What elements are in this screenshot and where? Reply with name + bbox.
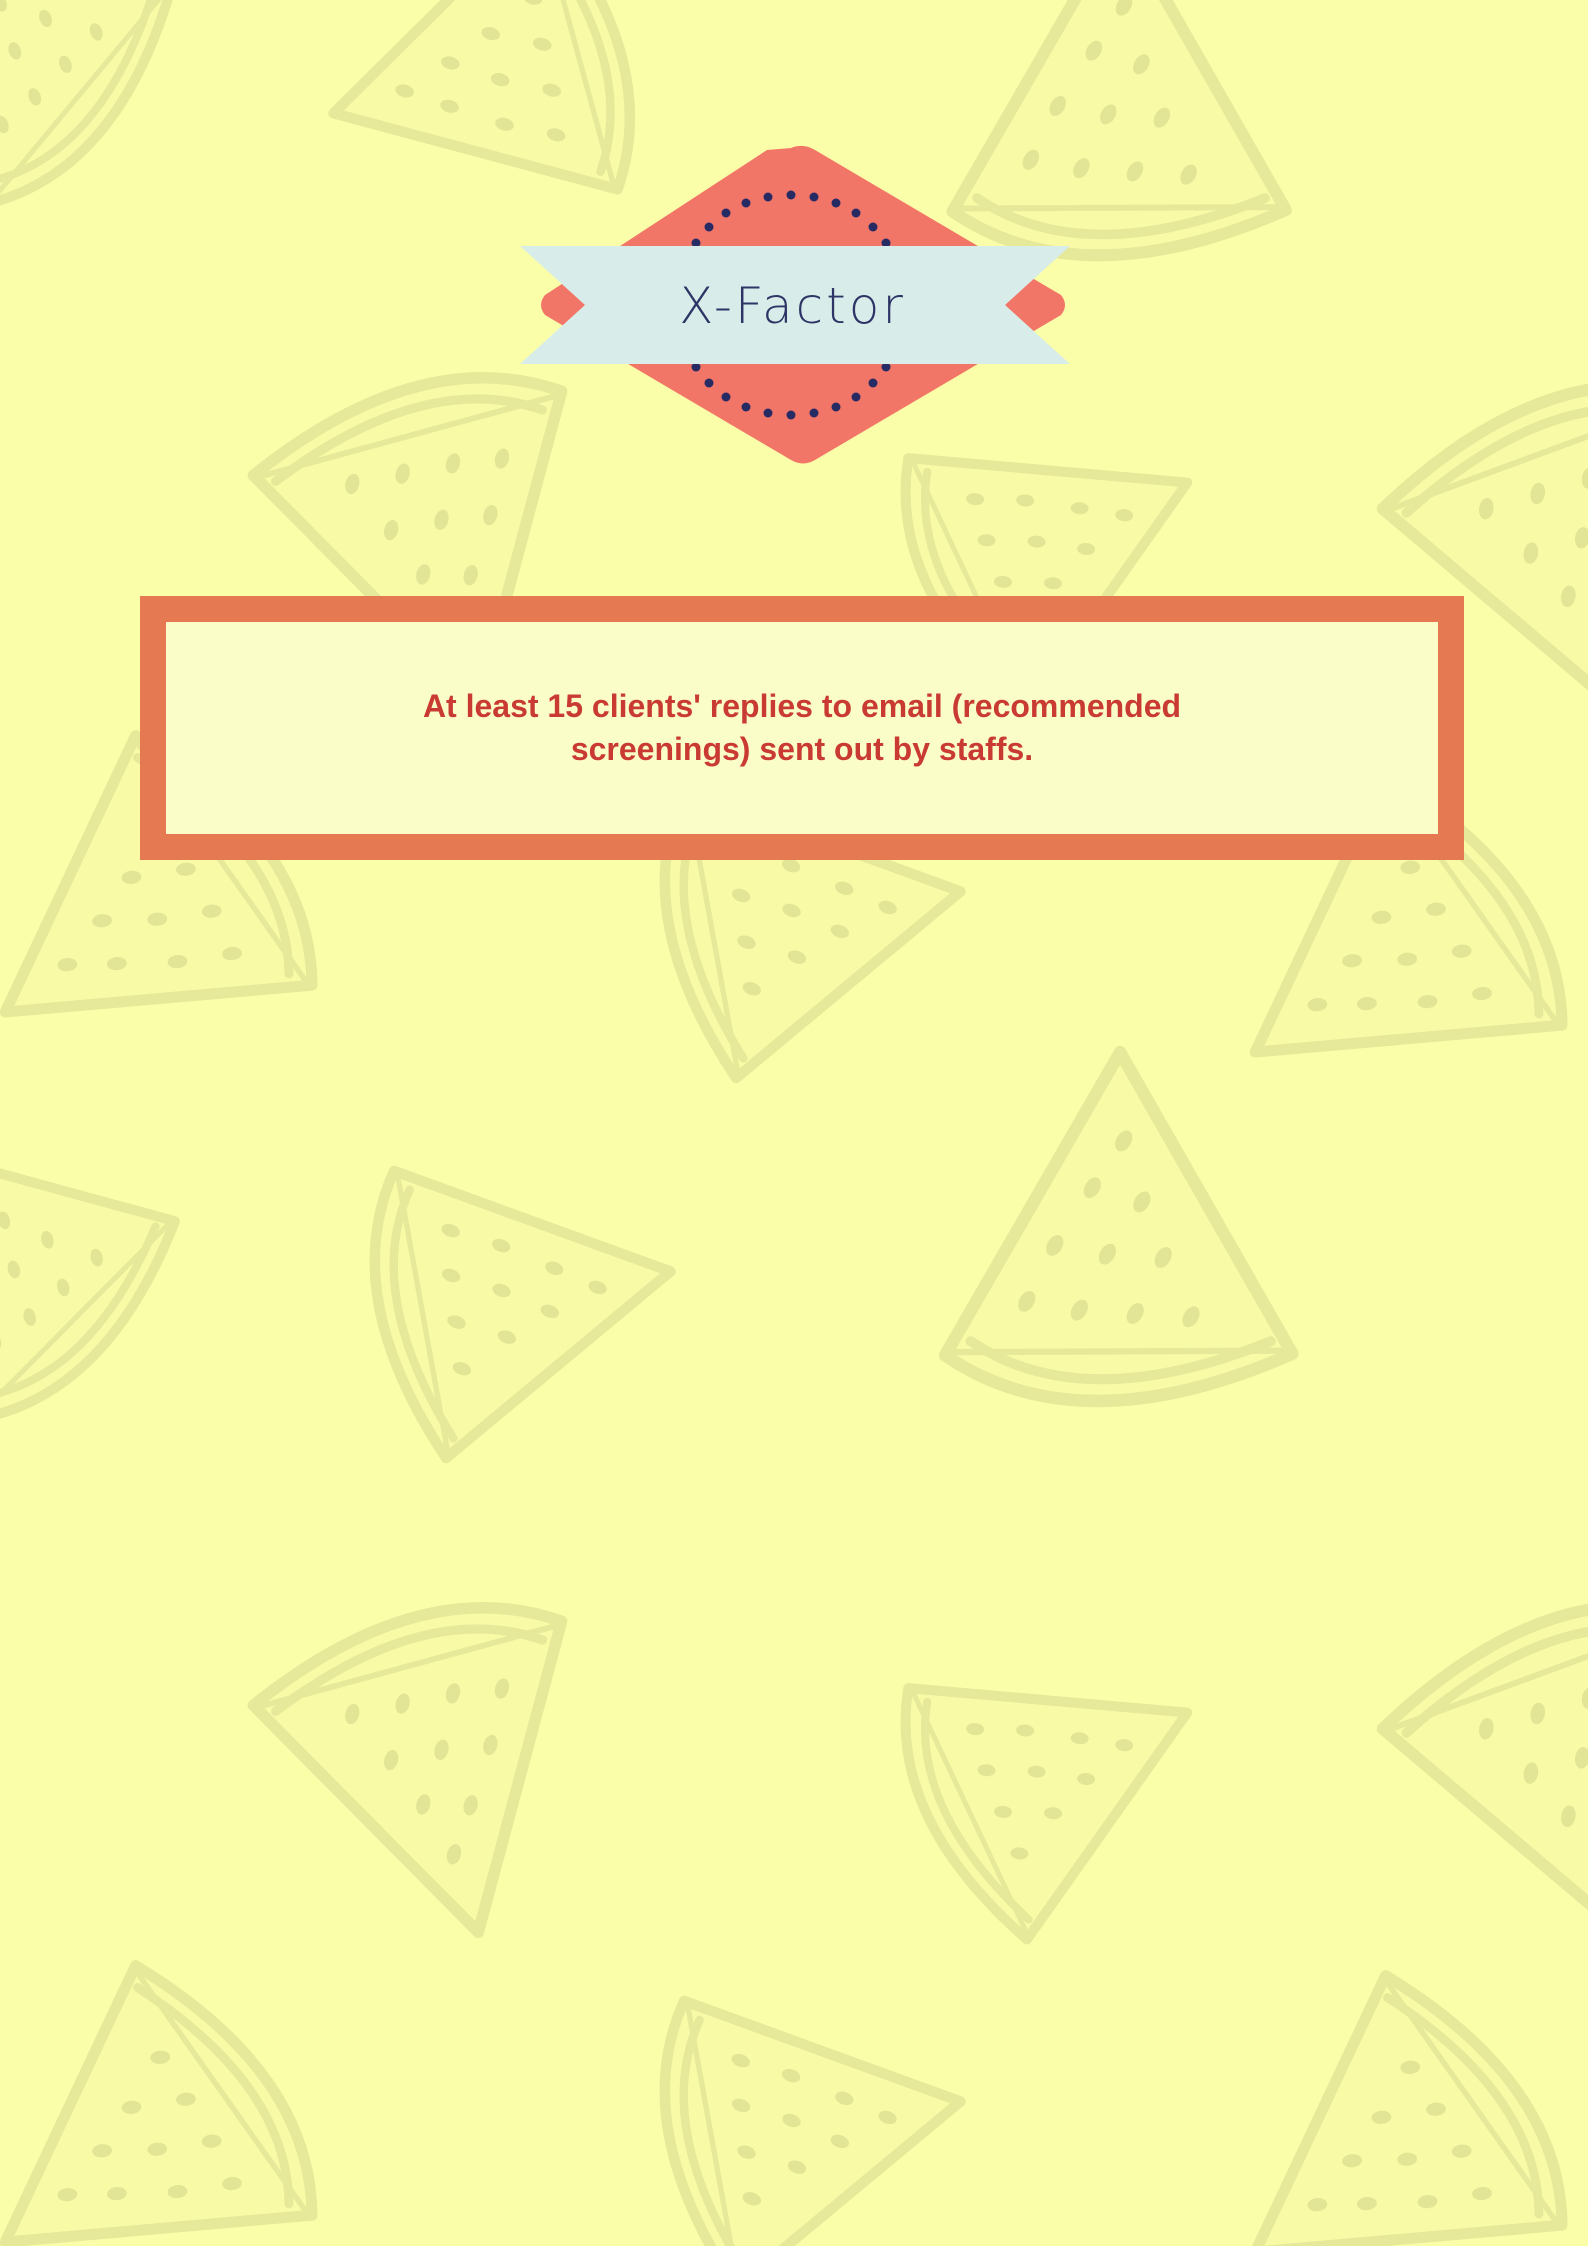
title-badge: X-Factor bbox=[515, 140, 1070, 470]
page-title: X-Factor bbox=[679, 277, 906, 335]
note-text: At least 15 clients' replies to email (r… bbox=[422, 688, 1182, 767]
note-card: At least 15 clients' replies to email (r… bbox=[140, 596, 1464, 860]
